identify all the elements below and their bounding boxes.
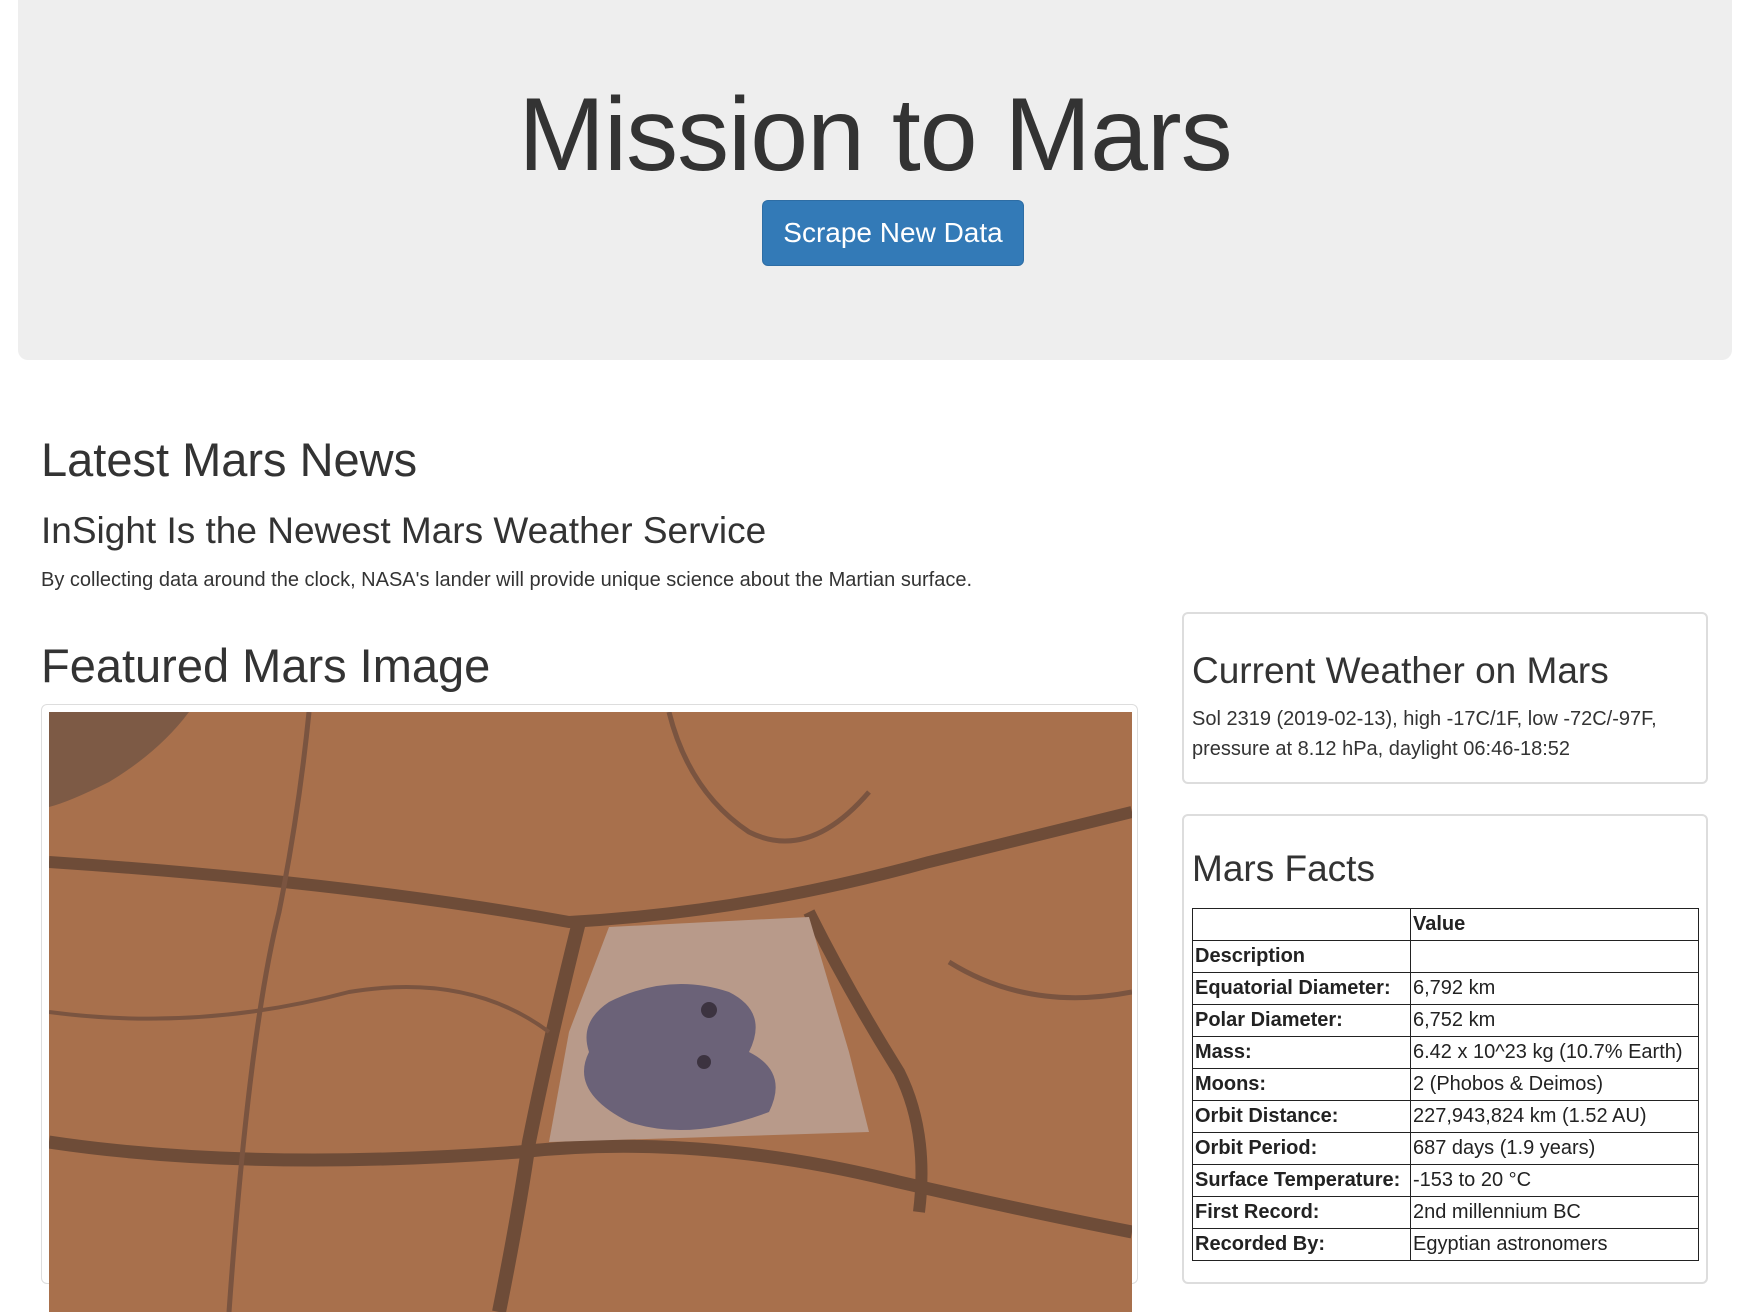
fact-value: 6,792 km [1410, 972, 1699, 1005]
fact-value: 6,752 km [1410, 1004, 1699, 1037]
fact-value: -153 to 20 °C [1410, 1164, 1699, 1197]
fact-value: 2 (Phobos & Deimos) [1410, 1068, 1699, 1101]
table-header-row: Value [1192, 908, 1699, 941]
fact-value: 2nd millennium BC [1410, 1196, 1699, 1229]
table-row: First Record: 2nd millennium BC [1192, 1196, 1699, 1229]
column-header-value: Value [1410, 908, 1699, 941]
news-title: InSight Is the Newest Mars Weather Servi… [41, 510, 767, 551]
table-row: Recorded By: Egyptian astronomers [1192, 1228, 1699, 1261]
facts-panel: Mars Facts Value Description Equatorial … [1182, 814, 1708, 1284]
fact-key: Mass: [1192, 1036, 1411, 1069]
fact-key: First Record: [1192, 1196, 1411, 1229]
index-label: Description [1192, 940, 1411, 973]
weather-heading: Current Weather on Mars [1192, 650, 1609, 691]
table-row: Mass: 6.42 x 10^23 kg (10.7% Earth) [1192, 1036, 1699, 1069]
fact-key: Orbit Distance: [1192, 1100, 1411, 1133]
fact-value: 687 days (1.9 years) [1410, 1132, 1699, 1165]
featured-mars-image [49, 712, 1132, 1312]
weather-text: Sol 2319 (2019-02-13), high -17C/1F, low… [1192, 708, 1657, 760]
table-row: Orbit Period: 687 days (1.9 years) [1192, 1132, 1699, 1165]
table-row: Equatorial Diameter: 6,792 km [1192, 972, 1699, 1005]
featured-image-heading: Featured Mars Image [41, 639, 491, 692]
table-index-row: Description [1192, 940, 1699, 973]
fact-key: Moons: [1192, 1068, 1411, 1101]
fact-value: Egyptian astronomers [1410, 1228, 1699, 1261]
fact-key: Recorded By: [1192, 1228, 1411, 1261]
fact-value: 6.42 x 10^23 kg (10.7% Earth) [1410, 1036, 1699, 1069]
latest-news-heading: Latest Mars News [41, 433, 418, 486]
scrape-new-data-button[interactable]: Scrape New Data [762, 200, 1024, 266]
table-row: Orbit Distance: 227,943,824 km (1.52 AU) [1192, 1100, 1699, 1133]
fact-key: Surface Temperature: [1192, 1164, 1411, 1197]
table-row: Moons: 2 (Phobos & Deimos) [1192, 1068, 1699, 1101]
page-title: Mission to Mars [518, 77, 1232, 193]
mars-facts-table: Value Description Equatorial Diameter: 6… [1192, 908, 1699, 1261]
news-teaser: By collecting data around the clock, NAS… [41, 569, 972, 591]
fact-key: Equatorial Diameter: [1192, 972, 1411, 1005]
fact-key: Orbit Period: [1192, 1132, 1411, 1165]
facts-heading: Mars Facts [1192, 848, 1375, 889]
table-row: Polar Diameter: 6,752 km [1192, 1004, 1699, 1037]
index-blank-cell [1410, 940, 1699, 973]
column-header-blank [1192, 908, 1411, 941]
fact-value: 227,943,824 km (1.52 AU) [1410, 1100, 1699, 1133]
table-row: Surface Temperature: -153 to 20 °C [1192, 1164, 1699, 1197]
jumbotron-header: Mission to Mars Scrape New Data [18, 0, 1732, 360]
fact-key: Polar Diameter: [1192, 1004, 1411, 1037]
weather-panel: Current Weather on Mars Sol 2319 (2019-0… [1182, 612, 1708, 784]
featured-image-thumbnail[interactable] [41, 704, 1138, 1312]
